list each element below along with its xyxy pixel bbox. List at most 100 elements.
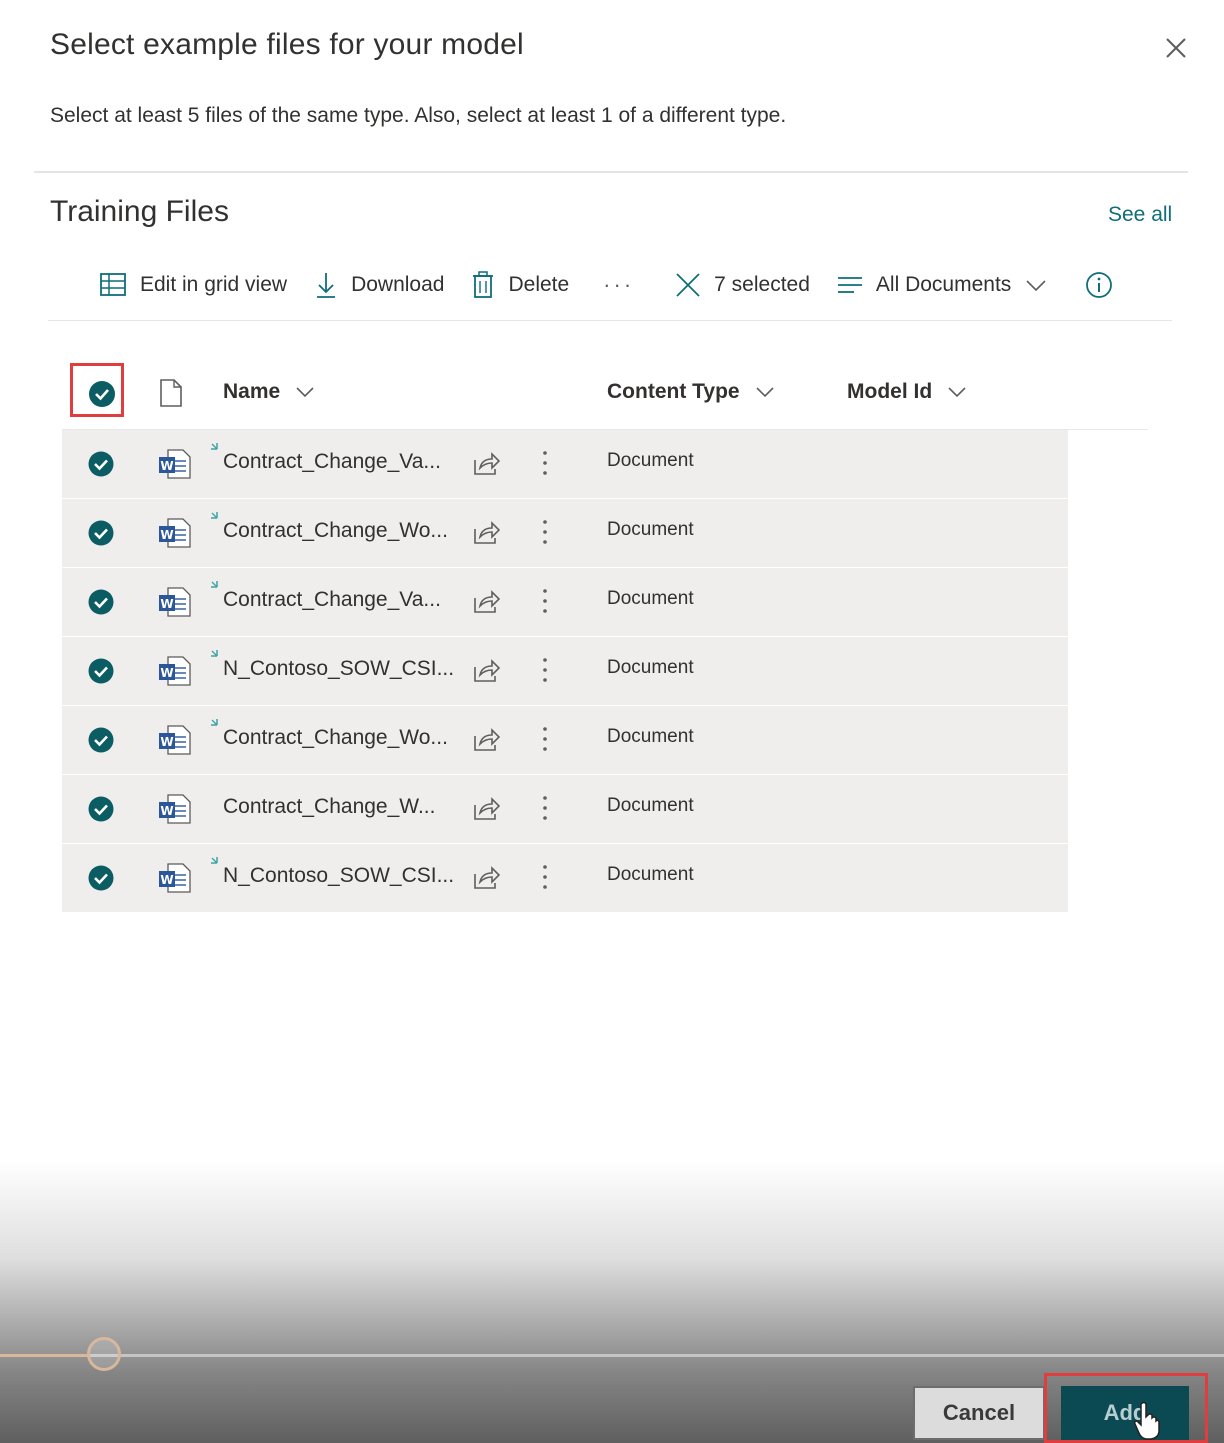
table-row[interactable]: W Contract_Change_W... Document — [62, 775, 1068, 844]
view-name: All Documents — [875, 273, 1012, 296]
share-icon[interactable] — [472, 864, 500, 890]
more-actions-button[interactable]: ··· — [603, 272, 634, 298]
row-checkbox[interactable] — [88, 451, 114, 477]
table-row[interactable]: W N_Contoso_SOW_CSI... Document — [62, 844, 1068, 913]
selected-count: 7 selected — [714, 273, 810, 296]
edit-grid-view-label: Edit in grid view — [140, 273, 288, 296]
file-name-link[interactable]: Contract_Change_Va... — [223, 450, 441, 474]
word-document-icon: W — [159, 725, 191, 755]
chevron-down-icon — [296, 387, 314, 398]
share-icon[interactable] — [472, 657, 500, 683]
content-type-cell: Document — [607, 657, 694, 678]
more-options-icon[interactable] — [539, 586, 551, 616]
view-switcher[interactable]: All Documents — [836, 273, 1049, 297]
delete-button[interactable]: Delete — [470, 270, 569, 300]
word-document-icon: W — [159, 449, 191, 479]
table-row[interactable]: W N_Contoso_SOW_CSI... Document — [62, 637, 1068, 706]
word-document-icon: W — [159, 656, 191, 686]
highlight-outline — [70, 363, 124, 417]
row-checkbox[interactable] — [88, 796, 114, 822]
svg-text:W: W — [160, 804, 173, 818]
file-name-link[interactable]: Contract_Change_Va... — [223, 588, 441, 612]
share-icon[interactable] — [472, 726, 500, 752]
word-document-icon: W — [159, 794, 191, 824]
row-checkbox[interactable] — [88, 520, 114, 546]
svg-text:W: W — [160, 597, 173, 611]
file-name-link[interactable]: N_Contoso_SOW_CSI... — [223, 657, 454, 681]
grid-icon — [100, 273, 126, 296]
share-icon[interactable] — [472, 588, 500, 614]
see-all-link[interactable]: See all — [1108, 203, 1172, 227]
content-type-cell: Document — [607, 588, 694, 609]
chevron-down-icon — [1026, 280, 1046, 292]
file-list: W Contract_Change_Va... Document W Contr… — [62, 430, 1068, 913]
close-icon — [1166, 38, 1186, 58]
column-content-type-label: Content Type — [607, 380, 740, 403]
table-row[interactable]: W Contract_Change_Va... Document — [62, 430, 1068, 499]
svg-text:W: W — [160, 666, 173, 680]
content-type-cell: Document — [607, 726, 694, 747]
table-row[interactable]: W Contract_Change_Va... Document — [62, 568, 1068, 637]
table-row[interactable]: W Contract_Change_Wo... Document — [62, 499, 1068, 568]
divider — [48, 320, 1172, 321]
file-name-link[interactable]: Contract_Change_W... — [223, 795, 435, 819]
column-header-row: Name Content Type Model Id — [62, 366, 1148, 422]
table-row[interactable]: W Contract_Change_Wo... Document — [62, 706, 1068, 775]
new-item-icon — [211, 857, 218, 864]
svg-text:W: W — [160, 528, 173, 542]
download-label: Download — [351, 273, 445, 296]
more-options-icon[interactable] — [539, 655, 551, 685]
video-progress-handle[interactable] — [87, 1337, 121, 1371]
column-name-label: Name — [223, 380, 281, 403]
column-header-content-type[interactable]: Content Type — [607, 380, 776, 404]
row-checkbox[interactable] — [88, 658, 114, 684]
more-options-icon[interactable] — [539, 517, 551, 547]
video-progress-played — [0, 1354, 90, 1357]
command-bar: Edit in grid view Download Delete ··· 7 … — [98, 262, 1151, 308]
download-button[interactable]: Download — [313, 270, 444, 300]
new-item-icon — [211, 719, 218, 726]
svg-text:W: W — [160, 735, 173, 749]
svg-text:W: W — [160, 873, 173, 887]
hand-cursor-icon — [1134, 1401, 1160, 1440]
file-name-link[interactable]: Contract_Change_Wo... — [223, 519, 448, 543]
more-options-icon[interactable] — [539, 448, 551, 478]
column-header-model-id[interactable]: Model Id — [847, 380, 968, 404]
list-view-icon — [837, 277, 862, 293]
info-button[interactable] — [1085, 271, 1125, 299]
column-header-name[interactable]: Name — [223, 380, 316, 404]
file-name-link[interactable]: Contract_Change_Wo... — [223, 726, 448, 750]
delete-label: Delete — [508, 273, 570, 296]
close-button[interactable] — [1160, 32, 1192, 64]
dialog-title: Select example files for your model — [50, 28, 524, 61]
more-options-icon[interactable] — [539, 793, 551, 823]
content-type-cell: Document — [607, 450, 694, 471]
content-type-cell: Document — [607, 795, 694, 816]
trash-icon — [473, 271, 494, 298]
more-options-icon[interactable] — [539, 724, 551, 754]
clear-selection-button[interactable]: 7 selected — [674, 271, 810, 299]
share-icon[interactable] — [472, 519, 500, 545]
row-checkbox[interactable] — [88, 727, 114, 753]
cancel-button[interactable]: Cancel — [913, 1386, 1045, 1440]
svg-text:W: W — [160, 459, 173, 473]
new-item-icon — [211, 581, 218, 588]
row-checkbox[interactable] — [88, 589, 114, 615]
dialog-instructions: Select at least 5 files of the same type… — [50, 104, 787, 127]
content-type-cell: Document — [607, 864, 694, 885]
edit-grid-view-button[interactable]: Edit in grid view — [98, 271, 287, 299]
file-name-link[interactable]: N_Contoso_SOW_CSI... — [223, 864, 454, 888]
chevron-down-icon — [948, 387, 966, 398]
word-document-icon: W — [159, 587, 191, 617]
row-checkbox[interactable] — [88, 865, 114, 891]
highlight-outline — [1044, 1373, 1208, 1443]
video-progress-track[interactable] — [0, 1354, 1224, 1357]
chevron-down-icon — [756, 387, 774, 398]
share-icon[interactable] — [472, 795, 500, 821]
new-item-icon — [211, 443, 218, 450]
divider — [34, 171, 1188, 173]
share-icon[interactable] — [472, 450, 500, 476]
new-item-icon — [211, 650, 218, 657]
more-options-icon[interactable] — [539, 862, 551, 892]
download-icon — [317, 273, 336, 298]
